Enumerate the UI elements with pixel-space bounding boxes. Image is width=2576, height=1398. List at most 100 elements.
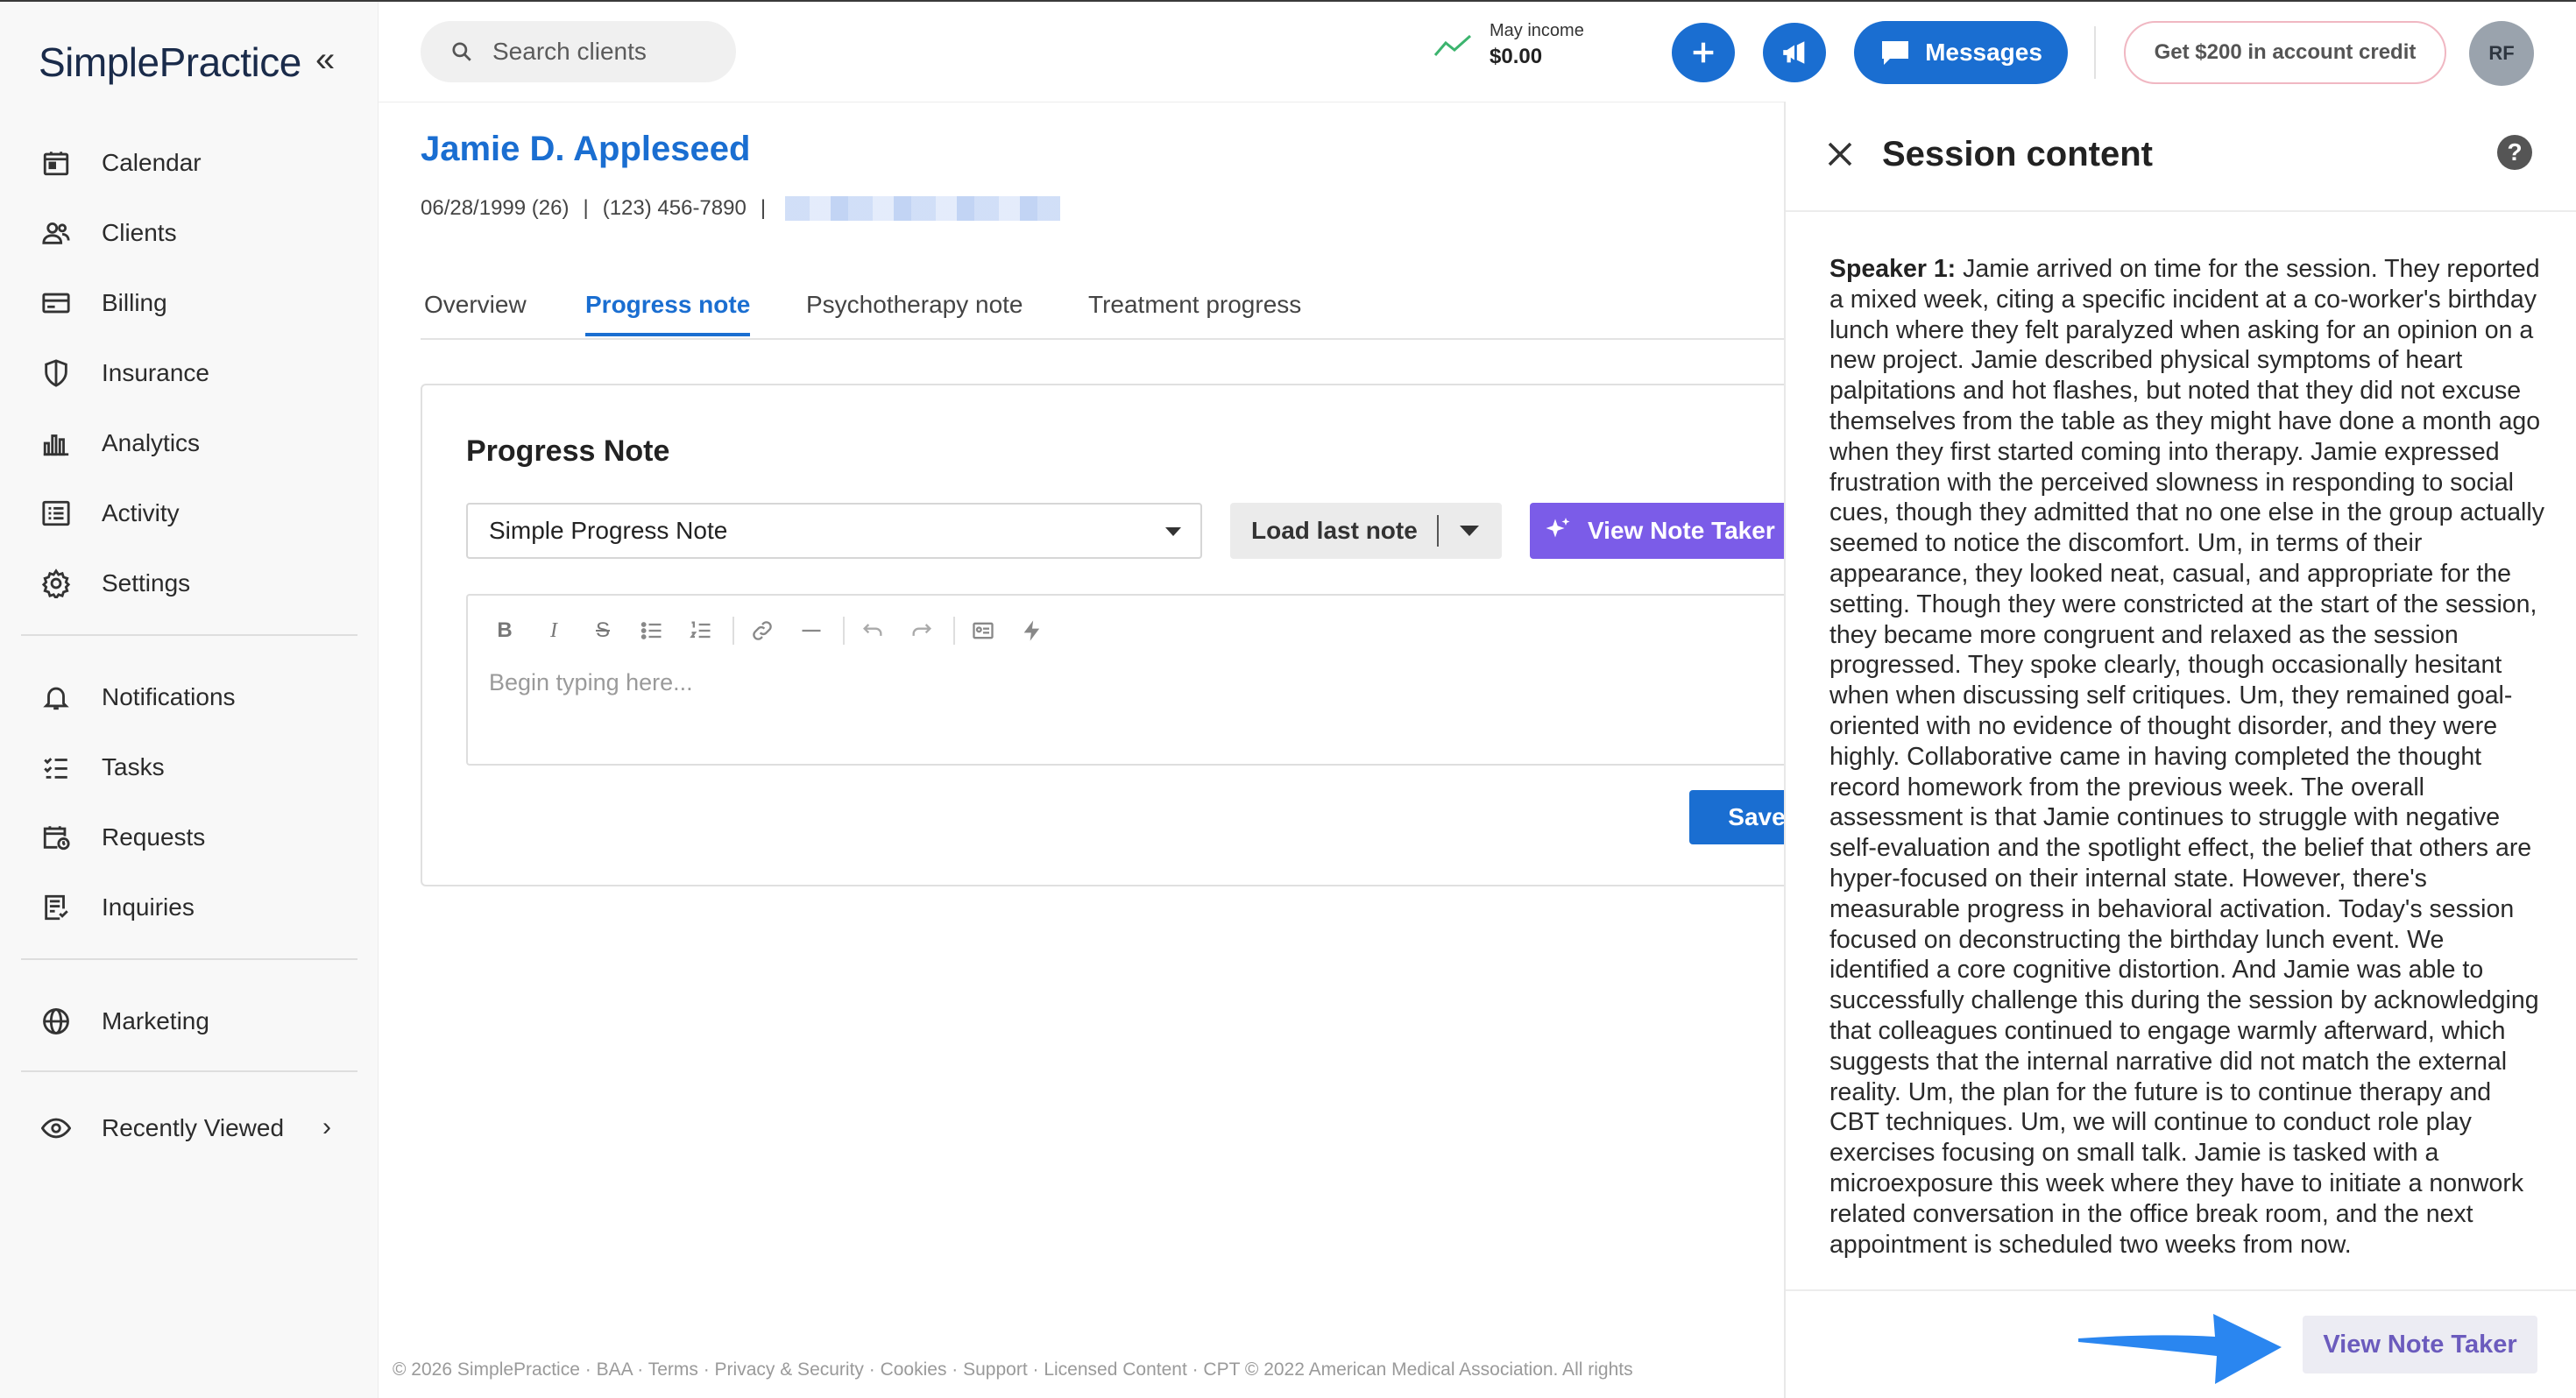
- sidebar-item-insurance[interactable]: Insurance: [39, 349, 209, 398]
- lightning-icon[interactable]: [1015, 613, 1050, 648]
- info-separator: |: [583, 196, 589, 220]
- sidebar-item-requests[interactable]: Requests: [39, 813, 205, 862]
- client-dob: 06/28/1999 (26): [421, 196, 570, 220]
- collapse-sidebar-icon[interactable]: «: [315, 42, 335, 77]
- toolbar-divider: [953, 617, 955, 645]
- toolbar-divider: [732, 617, 734, 645]
- inquiries-icon: [39, 890, 74, 925]
- load-last-label: Load last note: [1251, 517, 1418, 544]
- sidebar-item-label: Inquiries: [102, 893, 195, 921]
- caret-down-icon: [1165, 527, 1181, 536]
- strikethrough-icon[interactable]: S: [585, 613, 620, 648]
- clients-icon: [39, 215, 74, 251]
- sidebar: SimplePractice « Calendar Clients Billin…: [0, 2, 379, 1398]
- header-divider: [2094, 26, 2096, 79]
- sidebar-item-activity[interactable]: Activity: [39, 489, 180, 538]
- sidebar-item-analytics[interactable]: Analytics: [39, 419, 200, 468]
- tab-overview[interactable]: Overview: [424, 291, 527, 333]
- numbered-list-icon[interactable]: [683, 613, 718, 648]
- chevron-right-icon[interactable]: ›: [322, 1112, 331, 1142]
- chat-icon: [1882, 41, 1909, 65]
- sidebar-item-label: Settings: [102, 569, 191, 597]
- sidebar-item-label: Marketing: [102, 1007, 209, 1034]
- sidebar-divider: [21, 634, 357, 636]
- note-title: Progress Note: [466, 434, 670, 468]
- search-input[interactable]: Search clients: [421, 21, 736, 82]
- close-icon[interactable]: [1824, 138, 1856, 170]
- billing-icon: [39, 286, 74, 321]
- load-last-note-button[interactable]: Load last note: [1230, 503, 1502, 559]
- insert-field-icon[interactable]: [966, 613, 1001, 648]
- sidebar-item-label: Recently Viewed: [102, 1114, 285, 1141]
- tab-psychotherapy-note[interactable]: Psychotherapy note: [806, 291, 1023, 333]
- sidebar-item-notifications[interactable]: Notifications: [39, 673, 236, 722]
- split-divider: [1437, 515, 1439, 547]
- sidebar-item-billing[interactable]: Billing: [39, 279, 167, 328]
- toolbar-divider: [843, 617, 845, 645]
- trend-up-icon: [1433, 34, 1471, 56]
- client-phone: (123) 456-7890: [602, 196, 747, 220]
- drawer-title: Session content: [1882, 135, 2153, 173]
- client-info: 06/28/1999 (26) | (123) 456-7890 |: [421, 196, 1061, 221]
- redo-icon[interactable]: [904, 613, 939, 648]
- add-button[interactable]: [1672, 23, 1735, 82]
- sidebar-item-settings[interactable]: Settings: [39, 559, 190, 608]
- plus-icon: [1693, 42, 1714, 63]
- account-credit-button[interactable]: Get $200 in account credit: [2124, 21, 2446, 84]
- avatar[interactable]: RF: [2469, 21, 2534, 86]
- help-icon[interactable]: ?: [2497, 135, 2532, 170]
- sidebar-item-label: Tasks: [102, 753, 165, 780]
- caret-down-icon[interactable]: [1460, 526, 1479, 536]
- sidebar-item-label: Analytics: [102, 429, 201, 456]
- arrow-annotation-icon: [2078, 1314, 2282, 1384]
- sidebar-item-clients[interactable]: Clients: [39, 208, 177, 258]
- sidebar-item-recently-viewed[interactable]: Recently Viewed: [39, 1104, 284, 1153]
- view-note-taker-button[interactable]: View Note Taker: [1530, 503, 1824, 559]
- tab-treatment-progress[interactable]: Treatment progress: [1088, 291, 1301, 333]
- sidebar-item-label: Billing: [102, 289, 167, 316]
- view-note-taker-secondary-button[interactable]: View Note Taker: [2303, 1316, 2537, 1373]
- activity-list-icon: [39, 496, 74, 531]
- sidebar-item-inquiries[interactable]: Inquiries: [39, 883, 195, 932]
- footer: © 2026 SimplePractice · BAA · Terms · Pr…: [393, 1359, 1633, 1380]
- sidebar-item-label: Insurance: [102, 359, 209, 386]
- messages-label: Messages: [1925, 39, 2042, 66]
- globe-icon: [39, 1004, 74, 1039]
- horizontal-rule-icon[interactable]: [794, 613, 829, 648]
- note-editor[interactable]: B I S Begin typing here...: [466, 594, 1824, 766]
- client-name[interactable]: Jamie D. Appleseed: [421, 130, 750, 169]
- search-icon: [452, 42, 471, 61]
- tasks-icon: [39, 750, 74, 785]
- editor-toolbar: B I S: [487, 611, 1064, 650]
- search-placeholder: Search clients: [492, 38, 647, 65]
- sidebar-item-calendar[interactable]: Calendar: [39, 138, 202, 187]
- sidebar-item-tasks[interactable]: Tasks: [39, 743, 165, 792]
- note-template-select[interactable]: Simple Progress Note: [466, 503, 1202, 559]
- drawer-divider: [1786, 210, 2576, 212]
- tab-progress-note[interactable]: Progress note: [585, 291, 751, 336]
- drawer-divider: [1786, 1289, 2576, 1291]
- select-value: Simple Progress Note: [489, 517, 728, 544]
- sparkle-icon: [1546, 518, 1570, 538]
- sidebar-item-label: Clients: [102, 219, 177, 246]
- bar-chart-icon: [39, 426, 74, 461]
- logo[interactable]: SimplePractice: [39, 39, 301, 86]
- sidebar-divider: [21, 958, 357, 960]
- undo-icon[interactable]: [855, 613, 890, 648]
- messages-button[interactable]: Messages: [1854, 21, 2068, 84]
- progress-note-card: Progress Note Simple Progress Note Load …: [421, 384, 1824, 886]
- sidebar-item-marketing[interactable]: Marketing: [39, 997, 209, 1046]
- view-note-taker-label: View Note Taker: [1588, 517, 1775, 544]
- sidebar-item-label: Calendar: [102, 149, 202, 176]
- sidebar-divider: [21, 1070, 357, 1072]
- bold-icon[interactable]: B: [487, 613, 522, 648]
- link-icon[interactable]: [745, 613, 780, 648]
- transcript-text: Jamie arrived on time for the session. T…: [1829, 255, 2544, 1259]
- bell-icon: [39, 680, 74, 715]
- redacted-email: [785, 196, 1061, 221]
- bullet-list-icon[interactable]: [634, 613, 669, 648]
- calendar-icon: [39, 145, 74, 180]
- announcements-button[interactable]: [1763, 23, 1826, 82]
- income-widget[interactable]: May income $0.00: [1433, 21, 1584, 69]
- italic-icon[interactable]: I: [536, 613, 571, 648]
